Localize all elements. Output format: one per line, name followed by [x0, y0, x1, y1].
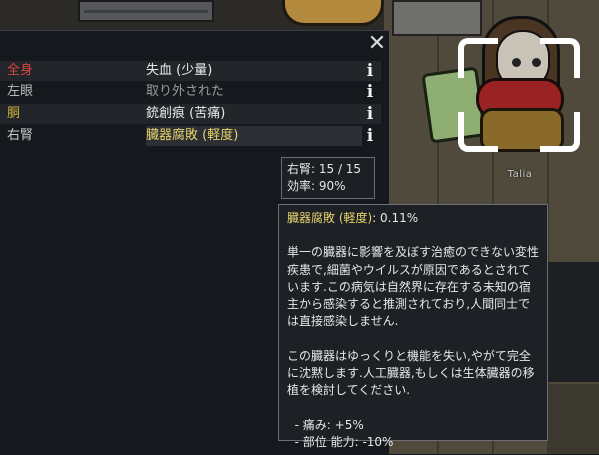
condition-label: 臓器腐敗 (軽度)	[146, 126, 362, 146]
health-row[interactable]: 全身 失血 (少量) i	[0, 61, 381, 81]
info-icon[interactable]: i	[364, 62, 376, 80]
wall-block	[548, 262, 599, 382]
pawn-name-label: Talia	[507, 169, 533, 180]
part-efficiency: 効率: 90%	[287, 179, 346, 193]
tooltip-description: この臓器はゆっくりと機能を失い,やがて完全に沈黙します.人工臓器,もしくは生体臓…	[287, 348, 535, 398]
condition-tooltip: 臓器腐敗 (軽度): 0.11% 単一の臓器に影響を及ぼす治癒のできない変性疾患…	[278, 204, 548, 449]
part-stat-box: 右腎: 15 / 15 効率: 90%	[281, 157, 375, 199]
info-icon[interactable]: i	[364, 83, 376, 101]
health-row[interactable]: 左眼 取り外された i	[0, 82, 381, 102]
health-row[interactable]: 右腎 臓器腐敗 (軽度) i	[0, 126, 381, 146]
floor-tile	[548, 384, 599, 454]
body-part-label: 胴	[7, 106, 21, 121]
condition-label: 失血 (少量)	[146, 63, 213, 78]
condition-label: 銃創痕 (苦痛)	[146, 106, 226, 121]
chair-object[interactable]	[282, 0, 384, 26]
body-part-label: 右腎	[7, 128, 34, 143]
selection-bracket	[458, 38, 580, 152]
health-row[interactable]: 胴 銃創痕 (苦痛) i	[0, 104, 381, 124]
tooltip-title: 臓器腐敗 (軽度)	[287, 211, 373, 225]
selection-corner	[540, 112, 580, 152]
tooltip-title-value: : 0.11%	[372, 211, 419, 225]
info-icon[interactable]: i	[364, 105, 376, 123]
part-hp: 右腎: 15 / 15	[287, 162, 362, 176]
body-part-label: 左眼	[7, 84, 34, 99]
tooltip-effect: - 部位 能力: -10%	[287, 434, 394, 449]
close-icon[interactable]: ✕	[366, 33, 388, 55]
selection-corner	[458, 38, 498, 78]
tooltip-title-line: 臓器腐敗 (軽度): 0.11%	[287, 210, 539, 227]
selection-corner	[540, 38, 580, 78]
body-part-label: 全身	[7, 63, 34, 78]
tooltip-description: 単一の臓器に影響を及ぼす治癒のできない変性疾患で,細菌やウイルスが原因であるとさ…	[287, 245, 540, 329]
shelf-object[interactable]	[78, 0, 214, 22]
condition-label: 取り外された	[146, 84, 225, 99]
info-icon[interactable]: i	[364, 127, 376, 145]
tooltip-effect: - 痛み: +5%	[287, 417, 364, 432]
selection-corner	[458, 112, 498, 152]
